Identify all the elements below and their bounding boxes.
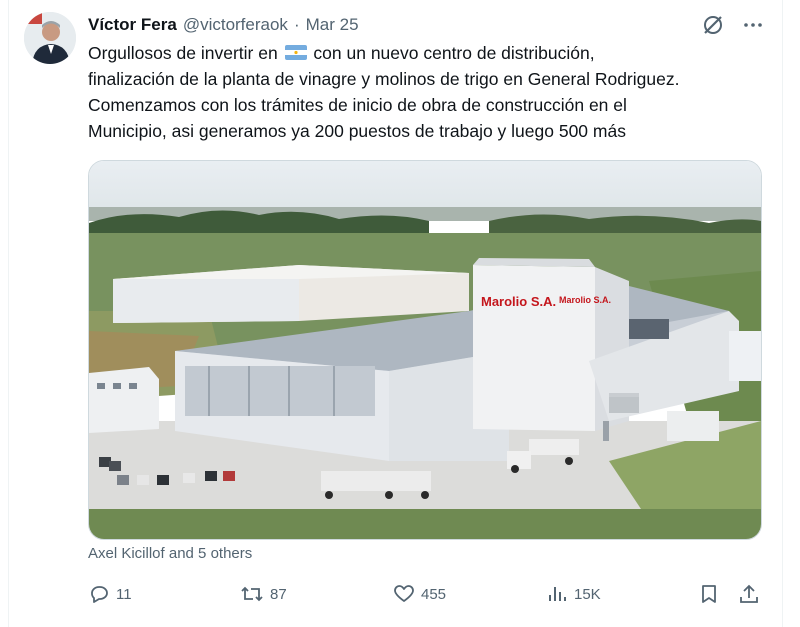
bookmark-button[interactable] <box>698 582 720 606</box>
column-border-right <box>782 0 783 627</box>
repost-icon <box>240 583 264 605</box>
repost-button[interactable]: 87 <box>240 582 287 606</box>
factory-sign-main: Marolio S.A. <box>481 294 556 309</box>
views-icon <box>546 583 568 605</box>
heart-icon <box>393 583 415 605</box>
separator-dot: · <box>293 15 300 34</box>
tweet-text: Orgullosos de invertir en con un nuevo c… <box>88 40 778 144</box>
share-button[interactable] <box>738 582 760 606</box>
tweet-header: Víctor Fera @victorferaok · Mar 25 <box>88 14 359 36</box>
more-icon[interactable] <box>740 12 766 38</box>
bookmark-icon <box>698 583 720 605</box>
reply-button[interactable]: 11 <box>88 582 132 606</box>
factory-sign-side: Marolio S.A. <box>559 295 611 305</box>
tweet-text-part-1: Orgullosos de invertir en <box>88 43 283 63</box>
avatar[interactable] <box>24 12 76 64</box>
reply-icon <box>88 583 110 605</box>
author-name[interactable]: Víctor Fera <box>88 15 177 35</box>
repost-count: 87 <box>270 585 287 603</box>
tweet-top-actions <box>700 12 766 38</box>
author-handle[interactable]: @victorferaok <box>183 15 288 35</box>
like-count: 455 <box>421 585 447 603</box>
aerial-factory-photo: Marolio S.A. Marolio S.A. <box>89 161 761 539</box>
tweet-date[interactable]: Mar 25 <box>306 15 359 35</box>
tweet-actions: 11 87 455 15K <box>88 582 760 606</box>
social-context[interactable]: Axel Kicillof and 5 others <box>88 545 252 562</box>
grok-icon[interactable] <box>700 12 726 38</box>
tweet-media-photo[interactable]: Marolio S.A. Marolio S.A. <box>88 160 762 540</box>
column-border-left <box>8 0 9 627</box>
views-button[interactable]: 15K <box>546 582 601 606</box>
like-button[interactable]: 455 <box>393 582 446 606</box>
reply-count: 11 <box>116 585 132 603</box>
share-icon <box>738 583 760 605</box>
views-count: 15K <box>574 585 601 603</box>
argentina-flag-emoji <box>284 45 307 60</box>
